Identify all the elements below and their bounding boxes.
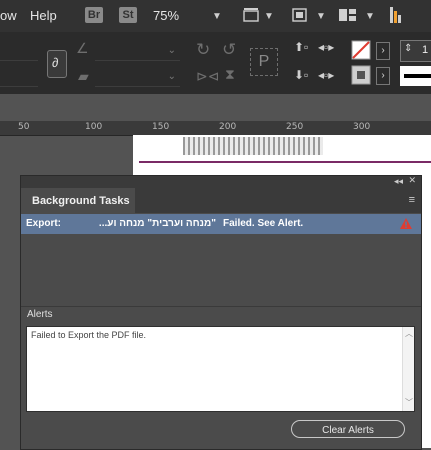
x-field[interactable] bbox=[0, 40, 38, 61]
ruler-tick-label: 300 bbox=[353, 122, 371, 132]
ruler-tick-label: 100 bbox=[85, 122, 103, 132]
task-document: "מנחה וערבית" מנחה וע... bbox=[98, 218, 216, 229]
rotate-icon[interactable]: ∠ bbox=[76, 40, 89, 57]
task-list bbox=[21, 234, 421, 307]
rotate-ccw-icon[interactable]: ↺ bbox=[222, 40, 236, 60]
shear-icon[interactable]: ▰ bbox=[78, 68, 89, 85]
flip-vertical-icon[interactable]: ⧗ bbox=[225, 66, 235, 83]
rotation-field[interactable]: ⌄ bbox=[95, 40, 180, 61]
shear-chevron-icon[interactable]: ⌄ bbox=[168, 71, 176, 82]
view-options-icon[interactable] bbox=[242, 7, 262, 24]
zoom-level[interactable]: 75% bbox=[153, 8, 179, 23]
publish-online-icon[interactable] bbox=[388, 5, 406, 27]
page-artwork bbox=[183, 137, 323, 155]
ruler-tick-label: 150 bbox=[152, 122, 170, 132]
select-container-icon[interactable]: ⬆▫ bbox=[294, 40, 308, 54]
panel-title-strip[interactable]: ◂◂ ✕ bbox=[21, 175, 421, 188]
stroke-weight-stepper[interactable]: ⇕ 1 bbox=[400, 40, 431, 62]
fill-chevron-icon[interactable]: › bbox=[376, 42, 390, 60]
text-frame-icon[interactable]: P bbox=[250, 48, 278, 76]
alerts-scrollbar[interactable]: ︿ ﹀ bbox=[402, 327, 414, 411]
scroll-down-icon[interactable]: ﹀ bbox=[405, 397, 413, 408]
alert-message: Failed to Export the PDF file. bbox=[31, 330, 147, 340]
background-tasks-panel: ◂◂ ✕ Background Tasks ≡ Export: "מנחה וע… bbox=[20, 175, 422, 450]
clear-alerts-button[interactable]: Clear Alerts bbox=[291, 420, 405, 438]
fill-none-swatch[interactable] bbox=[351, 40, 373, 60]
panel-tab-bar: ≡ bbox=[135, 188, 421, 213]
y-field[interactable] bbox=[0, 66, 38, 87]
ruler-tick-label: 50 bbox=[18, 122, 30, 132]
stroke-type-dropdown[interactable] bbox=[400, 66, 431, 86]
tab-background-tasks[interactable]: Background Tasks bbox=[21, 188, 135, 213]
menu-help[interactable]: Help bbox=[30, 8, 57, 23]
rotation-chevron-icon[interactable]: ⌄ bbox=[168, 45, 176, 56]
panel-title: Background Tasks bbox=[32, 195, 130, 207]
alerts-text-area[interactable]: Failed to Export the PDF file. ︿ ﹀ bbox=[26, 326, 415, 412]
task-status: Failed. See Alert. bbox=[223, 218, 304, 229]
stroke-chevron-icon[interactable]: › bbox=[376, 67, 390, 85]
stroke-weight-value: 1 bbox=[422, 44, 429, 56]
zoom-chevron-icon[interactable]: ▼ bbox=[212, 11, 222, 22]
select-next-icon[interactable]: ◂▫▸ bbox=[318, 68, 334, 82]
rotate-cw-icon[interactable]: ↻ bbox=[196, 40, 210, 60]
warning-icon bbox=[400, 218, 412, 229]
task-type: Export: bbox=[26, 218, 61, 229]
stroke-line-preview bbox=[404, 74, 431, 78]
screen-mode-chevron-icon[interactable]: ▼ bbox=[316, 11, 326, 22]
link-icon[interactable]: ∂ bbox=[47, 50, 67, 78]
bridge-button[interactable]: Br bbox=[85, 7, 103, 23]
select-prev-icon[interactable]: ◂▫▸ bbox=[318, 40, 334, 54]
screen-mode-icon[interactable] bbox=[291, 7, 309, 24]
select-content-icon[interactable]: ⬇▫ bbox=[294, 68, 308, 82]
menu-bar: ow Help Br St 75% ▼ ▼ ▼ ▼ bbox=[0, 0, 431, 32]
menu-window[interactable]: ow bbox=[0, 8, 17, 23]
ruler-tick-label: 250 bbox=[286, 122, 304, 132]
stroke-swatch[interactable] bbox=[351, 65, 373, 85]
shear-field[interactable]: ⌄ bbox=[95, 66, 180, 87]
task-row[interactable]: Export: "מנחה וערבית" מנחה וע... Failed.… bbox=[21, 214, 421, 234]
ruler-tick-label: 200 bbox=[219, 122, 237, 132]
flip-horizontal-icon[interactable]: ⊳⊲ bbox=[196, 68, 219, 85]
alerts-label: Alerts bbox=[27, 309, 53, 320]
stock-button[interactable]: St bbox=[119, 7, 137, 23]
panel-menu-icon[interactable]: ≡ bbox=[409, 194, 415, 206]
arrange-documents-icon[interactable] bbox=[338, 7, 358, 24]
view-options-chevron-icon[interactable]: ▼ bbox=[264, 11, 274, 22]
stepper-arrows-icon[interactable]: ⇕ bbox=[404, 43, 412, 54]
arrange-chevron-icon[interactable]: ▼ bbox=[365, 11, 375, 22]
close-panel-icon[interactable]: ✕ bbox=[408, 175, 416, 186]
control-bar: ∂ ∠ ▰ ⌄ ⌄ ↻ ↺ ⊳⊲ ⧗ P ⬆▫ ⬇▫ ◂▫▸ ◂▫▸ › › ⇕… bbox=[0, 32, 431, 95]
horizontal-ruler[interactable]: 50 100 150 200 250 300 bbox=[0, 121, 431, 136]
collapse-panel-icon[interactable]: ◂◂ bbox=[394, 176, 403, 187]
scroll-up-icon[interactable]: ︿ bbox=[405, 328, 413, 339]
